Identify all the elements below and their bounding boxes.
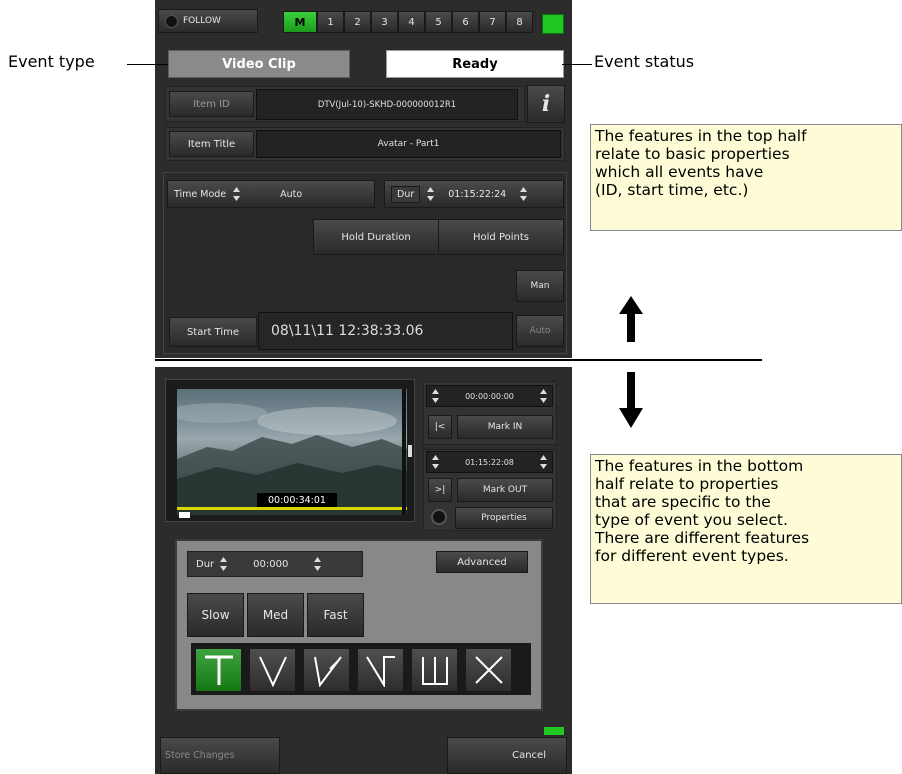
in-time-value: 00:00:00:00 xyxy=(465,391,514,401)
v-notch-icon[interactable] xyxy=(357,648,404,692)
dur-value: 01:15:22:24 xyxy=(448,188,507,200)
go-to-in-button[interactable]: |< xyxy=(428,415,452,439)
channel-m-button[interactable]: M xyxy=(283,11,317,33)
channel-4-button[interactable]: 4 xyxy=(398,11,425,33)
event-type-field[interactable]: Video Clip xyxy=(168,50,350,78)
clip-position-handle[interactable] xyxy=(179,512,190,518)
store-changes-button[interactable]: Store Changes xyxy=(160,737,280,774)
time-mode-spinner-icon[interactable] xyxy=(231,185,242,203)
info-button[interactable]: i xyxy=(527,85,565,123)
follow-button[interactable]: FOLLOW xyxy=(158,9,258,33)
advanced-button[interactable]: Advanced xyxy=(436,551,528,573)
mark-out-button[interactable]: Mark OUT xyxy=(457,478,553,502)
event-type-label: Event type xyxy=(8,52,95,71)
channel-6-button[interactable]: 6 xyxy=(452,11,479,33)
item-title-field[interactable]: Avatar - Part1 xyxy=(256,130,561,158)
channel-2-button[interactable]: 2 xyxy=(344,11,371,33)
out-spinner-left-icon[interactable] xyxy=(430,453,441,471)
record-indicator-icon xyxy=(431,509,447,525)
dur-label: Dur xyxy=(391,185,421,203)
channel-5-button[interactable]: 5 xyxy=(425,11,452,33)
start-time-label: Start Time xyxy=(169,317,257,347)
time-mode-label: Time Mode xyxy=(174,188,227,200)
status-led-green xyxy=(542,14,564,34)
event-status-field: Ready xyxy=(386,50,564,78)
cancel-button[interactable]: Cancel xyxy=(447,737,567,774)
dur-spinner-right-icon[interactable] xyxy=(518,185,529,203)
speed-slow-button[interactable]: Slow xyxy=(187,593,244,637)
channel-selector: M 1 2 3 4 5 6 7 8 xyxy=(283,11,533,33)
event-specific-panel: 00:00:34:01 00:00:00:00 |< Mark IN 01:15… xyxy=(155,367,572,774)
out-time-value: 01:15:22:08 xyxy=(465,457,514,467)
x-cross-icon[interactable] xyxy=(465,648,512,692)
video-preview-image: 00:00:34:01 xyxy=(177,389,407,515)
item-id-label: Item ID xyxy=(169,91,254,117)
transition-dur-value: 00:000 xyxy=(253,558,289,570)
man-button[interactable]: Man xyxy=(516,270,564,302)
vertical-scrub-track[interactable] xyxy=(402,389,406,515)
t-cut-icon[interactable] xyxy=(195,648,242,692)
start-time-field[interactable]: 08\11\11 12:38:33.06 xyxy=(258,312,513,350)
transition-dur-spinner-right-icon[interactable] xyxy=(312,555,323,573)
down-arrow-icon xyxy=(619,372,643,428)
v-fade-icon[interactable] xyxy=(249,648,296,692)
channel-3-button[interactable]: 3 xyxy=(371,11,398,33)
channel-8-button[interactable]: 8 xyxy=(506,11,533,33)
record-dot-icon xyxy=(165,14,178,28)
hold-duration-button[interactable]: Hold Duration xyxy=(313,219,439,255)
event-status-leader xyxy=(562,64,592,65)
channel-1-button[interactable]: 1 xyxy=(317,11,344,33)
in-time-field[interactable]: 00:00:00:00 xyxy=(426,385,553,407)
transition-dur-label: Dur xyxy=(196,558,215,570)
in-spinner-left-icon[interactable] xyxy=(430,387,441,405)
divider-line xyxy=(155,359,762,361)
transition-dur-control[interactable]: Dur 00:000 xyxy=(187,551,363,577)
channel-7-button[interactable]: 7 xyxy=(479,11,506,33)
go-to-out-button[interactable]: >| xyxy=(428,478,452,502)
dur-button[interactable]: Dur 01:15:22:24 xyxy=(384,180,564,208)
in-spinner-right-icon[interactable] xyxy=(538,387,549,405)
timecode-overlay: 00:00:34:01 xyxy=(257,493,337,507)
event-status-label: Event status xyxy=(594,52,695,71)
top-half-note: The features in the top half relate to b… xyxy=(590,124,902,231)
speed-med-button[interactable]: Med xyxy=(247,593,304,637)
apply-indicator xyxy=(544,727,564,735)
bottom-half-note: The features in the bottom half relate t… xyxy=(590,454,902,604)
item-id-field[interactable]: DTV(Jul-10)-SKHD-000000012R1 xyxy=(256,89,518,120)
clip-progress-bar[interactable] xyxy=(177,507,407,510)
out-time-field[interactable]: 01:15:22:08 xyxy=(426,451,553,473)
hold-points-button[interactable]: Hold Points xyxy=(438,219,564,255)
out-spinner-right-icon[interactable] xyxy=(538,453,549,471)
time-mode-button[interactable]: Time Mode Auto xyxy=(167,180,375,208)
scrub-handle[interactable] xyxy=(408,445,412,457)
dur-spinner-left-icon[interactable] xyxy=(425,185,436,203)
start-auto-button[interactable]: Auto xyxy=(516,315,564,347)
event-properties-panel: FOLLOW M 1 2 3 4 5 6 7 8 Video Clip Read… xyxy=(155,0,572,358)
time-mode-value: Auto xyxy=(280,188,303,200)
event-type-leader xyxy=(127,64,168,65)
speed-fast-button[interactable]: Fast xyxy=(307,593,364,637)
properties-button[interactable]: Properties xyxy=(455,507,553,529)
mark-in-button[interactable]: Mark IN xyxy=(457,415,553,439)
up-arrow-icon xyxy=(619,296,643,342)
v-slant-icon[interactable] xyxy=(303,648,350,692)
u-dip-icon[interactable] xyxy=(411,648,458,692)
follow-label: FOLLOW xyxy=(183,16,221,26)
transition-dur-spinner-left-icon[interactable] xyxy=(218,555,229,573)
item-title-label: Item Title xyxy=(169,131,254,157)
